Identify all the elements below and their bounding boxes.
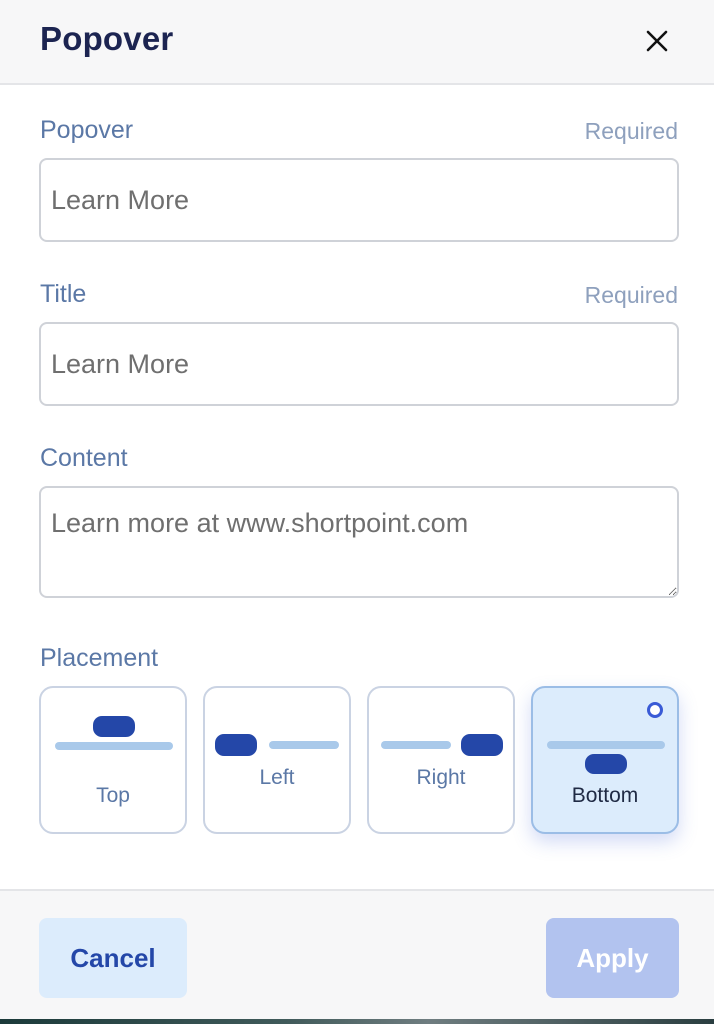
placement-option-left[interactable]: Left [203, 686, 351, 834]
selected-radio-icon [647, 702, 663, 718]
popover-shape-icon [215, 734, 257, 756]
background-strip [0, 1019, 714, 1024]
target-bar-icon [269, 741, 339, 749]
apply-button[interactable]: Apply [546, 918, 679, 998]
title-required-hint: Required [584, 282, 678, 308]
popover-label: Popover [40, 116, 134, 144]
target-bar-icon [547, 741, 665, 749]
placement-option-label: Left [259, 766, 295, 789]
close-button[interactable] [640, 24, 674, 58]
panel-header: Popover [0, 0, 714, 85]
page-title: Popover [40, 20, 174, 57]
content-label: Content [40, 444, 128, 472]
target-bar-icon [55, 742, 173, 750]
popover-shape-icon [461, 734, 503, 756]
popover-input[interactable] [39, 158, 679, 242]
placement-label: Placement [40, 644, 159, 672]
placement-option-bottom[interactable]: Bottom [531, 686, 679, 834]
popover-shape-icon [93, 716, 135, 737]
popover-required-hint: Required [584, 118, 678, 144]
popover-settings-panel: Popover Popover Required Title Required … [0, 0, 714, 1024]
close-icon [646, 30, 668, 52]
placement-option-label: Right [416, 766, 466, 789]
placement-option-right[interactable]: Right [367, 686, 515, 834]
target-bar-icon [381, 741, 451, 749]
popover-shape-icon [585, 754, 627, 774]
content-textarea[interactable]: Learn more at www.shortpoint.com [39, 486, 679, 598]
placement-option-label: Bottom [571, 784, 639, 807]
panel-footer: Cancel Apply [0, 889, 714, 1024]
title-input[interactable] [39, 322, 679, 406]
placement-options: Top Left Right Bottom [39, 686, 679, 834]
cancel-button[interactable]: Cancel [39, 918, 187, 998]
placement-option-top[interactable]: Top [39, 686, 187, 834]
placement-option-label: Top [96, 784, 130, 807]
title-label: Title [40, 280, 87, 308]
